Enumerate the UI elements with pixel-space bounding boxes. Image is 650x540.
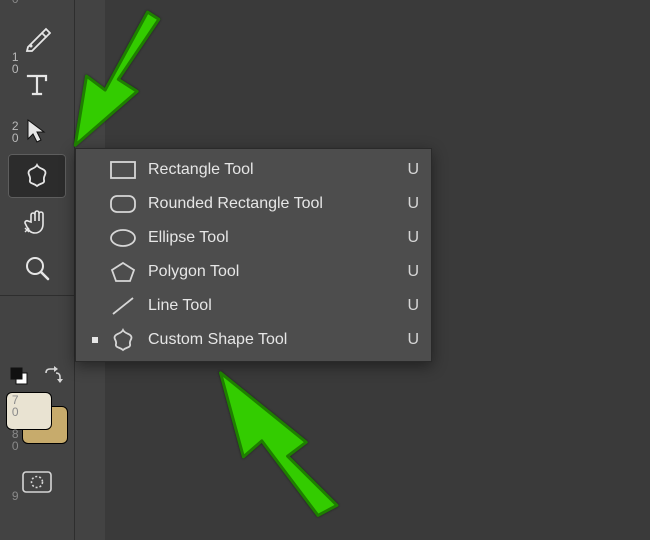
zoom-icon (23, 254, 51, 282)
shape-icon (108, 329, 138, 351)
roundrect-icon (108, 193, 138, 215)
annotation-arrow-to-shape-tool (64, 10, 184, 156)
ruler-tick-80: 8 0 (2, 428, 29, 452)
shape-tool-flyout: Rectangle ToolURounded Rectangle ToolUEl… (75, 148, 432, 362)
flyout-item-label: Custom Shape Tool (148, 331, 401, 349)
shape-icon (22, 162, 52, 190)
flyout-item-shortcut: U (401, 331, 419, 349)
ruler-tick-20: 2 0 (2, 120, 29, 144)
annotation-arrow-to-custom-shape (190, 362, 350, 522)
flyout-item-label: Ellipse Tool (148, 229, 401, 247)
flyout-item-line[interactable]: Line ToolU (76, 289, 431, 323)
flyout-item-label: Polygon Tool (148, 263, 401, 281)
zoom-tool[interactable] (8, 246, 66, 290)
app-stage: Rectangle ToolURounded Rectangle ToolUEl… (0, 0, 650, 540)
flyout-item-shortcut: U (401, 195, 419, 213)
line-icon (108, 295, 138, 317)
hand-icon (23, 208, 51, 236)
toolbar-divider (0, 295, 74, 296)
rect-icon (108, 159, 138, 181)
flyout-item-shortcut: U (401, 297, 419, 315)
ruler-tick-0: 0 (2, 0, 29, 5)
ruler-tick-10: 1 0 (2, 51, 29, 75)
flyout-selected-marker (88, 337, 102, 343)
default-colors-icon (9, 366, 29, 386)
flyout-item-custom-shape[interactable]: Custom Shape ToolU (76, 323, 431, 357)
hand-tool[interactable] (8, 200, 66, 244)
shape-tool[interactable] (8, 154, 66, 198)
flyout-item-rounded-rectangle[interactable]: Rounded Rectangle ToolU (76, 187, 431, 221)
flyout-item-shortcut: U (401, 161, 419, 179)
swap-colors-button[interactable] (36, 360, 70, 392)
default-colors-button[interactable] (4, 360, 34, 392)
swap-colors-icon (42, 365, 64, 387)
flyout-item-polygon[interactable]: Polygon ToolU (76, 255, 431, 289)
flyout-item-label: Rounded Rectangle Tool (148, 195, 401, 213)
ruler-tick-70: 7 0 (2, 394, 29, 418)
flyout-item-label: Line Tool (148, 297, 401, 315)
flyout-item-shortcut: U (401, 263, 419, 281)
quick-mask-icon (22, 471, 52, 493)
flyout-item-rectangle[interactable]: Rectangle ToolU (76, 153, 431, 187)
flyout-item-ellipse[interactable]: Ellipse ToolU (76, 221, 431, 255)
ellipse-icon (108, 227, 138, 249)
polygon-icon (108, 261, 138, 283)
flyout-item-label: Rectangle Tool (148, 161, 401, 179)
pen-icon (23, 24, 51, 52)
flyout-item-shortcut: U (401, 229, 419, 247)
